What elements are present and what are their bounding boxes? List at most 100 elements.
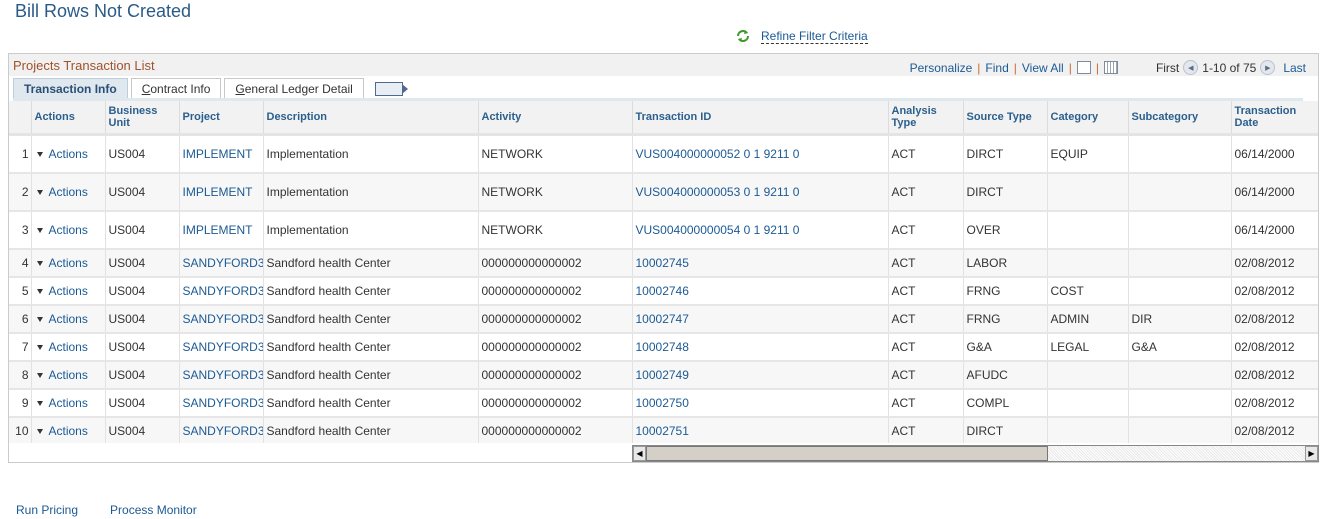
caret-down-icon[interactable] bbox=[36, 151, 43, 157]
caret-down-icon[interactable] bbox=[36, 316, 43, 322]
cell-transaction-id-link[interactable]: VUS004000000053 0 1 9211 0 bbox=[632, 173, 889, 212]
cell-actions-menu[interactable]: Actions bbox=[31, 417, 106, 443]
cell-actions-menu[interactable]: Actions bbox=[31, 361, 106, 390]
caret-down-icon[interactable] bbox=[36, 372, 43, 378]
transaction-id-link-text[interactable]: 10002748 bbox=[636, 340, 689, 354]
cell-project-link[interactable]: IMPLEMENT bbox=[179, 134, 264, 174]
transaction-id-link-text[interactable]: 10002749 bbox=[636, 368, 689, 382]
project-link-text[interactable]: IMPLEMENT bbox=[183, 185, 253, 199]
cell-actions-menu[interactable]: Actions bbox=[31, 173, 106, 212]
col-header-source-type[interactable]: Source Type bbox=[963, 101, 1048, 136]
project-link-text[interactable]: IMPLEMENT bbox=[183, 223, 253, 237]
actions-menu-text[interactable]: Actions bbox=[49, 185, 88, 199]
cell-project-link[interactable]: SANDYFORD3 bbox=[179, 333, 264, 362]
cell-transaction-id-link[interactable]: 10002751 bbox=[632, 417, 889, 443]
cell-actions-menu[interactable]: Actions bbox=[31, 389, 106, 418]
transaction-id-link-text[interactable]: VUS004000000054 0 1 9211 0 bbox=[636, 223, 800, 237]
transaction-id-link-text[interactable]: VUS004000000053 0 1 9211 0 bbox=[636, 185, 800, 199]
transaction-id-link-text[interactable]: 10002747 bbox=[636, 312, 689, 326]
caret-down-icon[interactable] bbox=[36, 189, 43, 195]
cell-project-link[interactable]: SANDYFORD3 bbox=[179, 389, 264, 418]
view-all-link[interactable]: View All bbox=[1022, 61, 1064, 75]
transaction-id-link-text[interactable]: VUS004000000052 0 1 9211 0 bbox=[636, 147, 800, 161]
personalize-link[interactable]: Personalize bbox=[910, 61, 973, 75]
cell-actions-menu[interactable]: Actions bbox=[31, 134, 106, 174]
tab-transaction-info[interactable]: Transaction Info bbox=[13, 78, 128, 100]
tab-contract-info[interactable]: Contract Info bbox=[130, 78, 222, 100]
cell-project-link[interactable]: IMPLEMENT bbox=[179, 211, 264, 250]
refine-filter-link[interactable]: Refine Filter Criteria bbox=[761, 29, 868, 44]
col-header-transaction-date[interactable]: Transaction Date bbox=[1231, 101, 1318, 136]
find-link[interactable]: Find bbox=[985, 61, 1008, 75]
actions-menu-text[interactable]: Actions bbox=[49, 223, 88, 237]
cell-actions-menu[interactable]: Actions bbox=[31, 249, 106, 278]
actions-menu-text[interactable]: Actions bbox=[49, 340, 88, 354]
refine-filter[interactable]: Refine Filter Criteria bbox=[735, 28, 868, 44]
col-header-business-unit[interactable]: Business Unit bbox=[105, 101, 180, 136]
col-header-activity[interactable]: Activity bbox=[478, 101, 633, 136]
caret-down-icon[interactable] bbox=[36, 227, 43, 233]
pager-first[interactable]: First bbox=[1156, 61, 1179, 75]
cell-transaction-id-link[interactable]: VUS004000000052 0 1 9211 0 bbox=[632, 134, 889, 174]
transaction-id-link-text[interactable]: 10002746 bbox=[636, 284, 689, 298]
cell-transaction-id-link[interactable]: VUS004000000054 0 1 9211 0 bbox=[632, 211, 889, 250]
col-header-subcategory[interactable]: Subcategory bbox=[1128, 101, 1232, 136]
cell-transaction-id-link[interactable]: 10002750 bbox=[632, 389, 889, 418]
caret-down-icon[interactable] bbox=[36, 428, 43, 434]
cell-project-link[interactable]: SANDYFORD3 bbox=[179, 417, 264, 443]
caret-down-icon[interactable] bbox=[36, 260, 43, 266]
actions-menu-text[interactable]: Actions bbox=[49, 368, 88, 382]
actions-menu-text[interactable]: Actions bbox=[49, 396, 88, 410]
project-link-text[interactable]: SANDYFORD3 bbox=[183, 424, 263, 438]
project-link-text[interactable]: SANDYFORD3 bbox=[183, 256, 263, 270]
cell-transaction-id-link[interactable]: 10002749 bbox=[632, 361, 889, 390]
transaction-id-link-text[interactable]: 10002750 bbox=[636, 396, 689, 410]
caret-down-icon[interactable] bbox=[36, 344, 43, 350]
project-link-text[interactable]: SANDYFORD3 bbox=[183, 396, 263, 410]
cell-project-link[interactable]: IMPLEMENT bbox=[179, 173, 264, 212]
run-pricing-link[interactable]: Run Pricing bbox=[16, 503, 78, 517]
cell-actions-menu[interactable]: Actions bbox=[31, 277, 106, 306]
cell-project-link[interactable]: SANDYFORD3 bbox=[179, 305, 264, 334]
project-link-text[interactable]: SANDYFORD3 bbox=[183, 312, 263, 326]
col-header-project[interactable]: Project bbox=[179, 101, 264, 136]
actions-menu-text[interactable]: Actions bbox=[49, 424, 88, 438]
actions-menu-text[interactable]: Actions bbox=[49, 312, 88, 326]
cell-actions-menu[interactable]: Actions bbox=[31, 305, 106, 334]
project-link-text[interactable]: SANDYFORD3 bbox=[183, 368, 263, 382]
scroll-left-icon[interactable]: ◀ bbox=[633, 446, 646, 461]
col-header-description[interactable]: Description bbox=[263, 101, 479, 136]
caret-down-icon[interactable] bbox=[36, 400, 43, 406]
cell-transaction-id-link[interactable]: 10002748 bbox=[632, 333, 889, 362]
actions-menu-text[interactable]: Actions bbox=[49, 147, 88, 161]
cell-project-link[interactable]: SANDYFORD3 bbox=[179, 249, 264, 278]
new-window-icon[interactable] bbox=[1076, 61, 1091, 74]
process-monitor-link[interactable]: Process Monitor bbox=[110, 503, 197, 517]
actions-menu-text[interactable]: Actions bbox=[49, 256, 88, 270]
cell-project-link[interactable]: SANDYFORD3 bbox=[179, 277, 264, 306]
show-all-columns-icon[interactable] bbox=[374, 82, 408, 96]
scroll-right-icon[interactable]: ▶ bbox=[1305, 446, 1318, 461]
cell-project-link[interactable]: SANDYFORD3 bbox=[179, 361, 264, 390]
project-link-text[interactable]: IMPLEMENT bbox=[183, 147, 253, 161]
cell-actions-menu[interactable]: Actions bbox=[31, 211, 106, 250]
scrollbar-thumb[interactable] bbox=[646, 446, 1048, 461]
cell-transaction-id-link[interactable]: 10002747 bbox=[632, 305, 889, 334]
project-link-text[interactable]: SANDYFORD3 bbox=[183, 284, 263, 298]
transaction-id-link-text[interactable]: 10002745 bbox=[636, 256, 689, 270]
col-header-category[interactable]: Category bbox=[1047, 101, 1129, 136]
col-header-analysis-type[interactable]: Analysis Type bbox=[888, 101, 964, 136]
pager-last[interactable]: Last bbox=[1283, 61, 1306, 75]
project-link-text[interactable]: SANDYFORD3 bbox=[183, 340, 263, 354]
next-icon[interactable]: ▶ bbox=[1260, 60, 1276, 75]
previous-icon[interactable]: ◀ bbox=[1183, 60, 1199, 75]
cell-actions-menu[interactable]: Actions bbox=[31, 333, 106, 362]
cell-transaction-id-link[interactable]: 10002745 bbox=[632, 249, 889, 278]
transaction-id-link-text[interactable]: 10002751 bbox=[636, 424, 689, 438]
download-spreadsheet-icon[interactable] bbox=[1103, 61, 1118, 74]
tab-general-ledger-detail[interactable]: General Ledger Detail bbox=[224, 78, 364, 100]
actions-menu-text[interactable]: Actions bbox=[49, 284, 88, 298]
col-header-transaction-id[interactable]: Transaction ID bbox=[632, 101, 889, 136]
horizontal-scrollbar[interactable]: ◀ ▶ bbox=[632, 445, 1319, 462]
caret-down-icon[interactable] bbox=[36, 288, 43, 294]
